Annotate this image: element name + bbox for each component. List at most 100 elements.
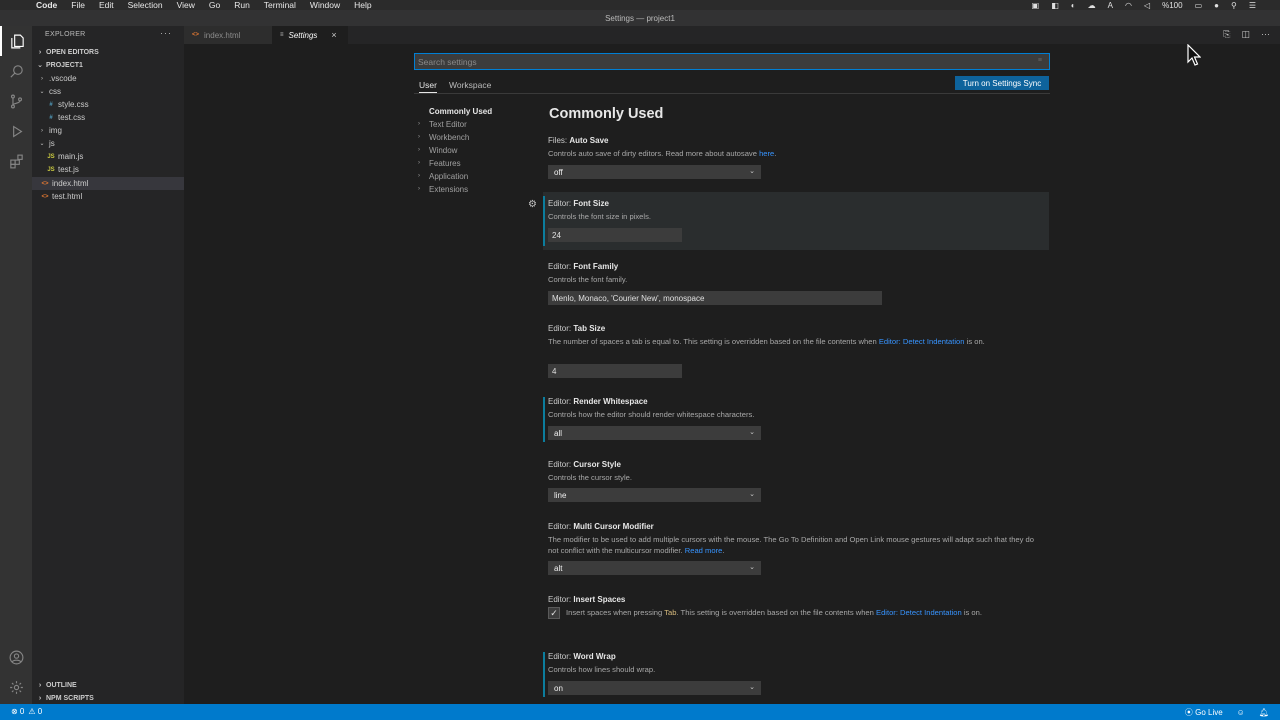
detect-indentation-link[interactable]: Editor: Detect Indentation [876,608,962,617]
toc-workbench[interactable]: › Workbench [418,131,469,143]
user-icon[interactable]: ● [1214,1,1219,10]
tree-folder-img[interactable]: › img [32,124,184,137]
setting-title: Editor: Render Whitespace [548,397,648,406]
tree-file-test-js[interactable]: JS test.js [32,163,184,176]
toc-window[interactable]: › Window [418,144,457,156]
source-control-icon[interactable] [0,86,32,116]
tree-folder-vscode[interactable]: › .vscode [32,72,184,85]
toc-application[interactable]: › Application [418,170,468,182]
menu-terminal[interactable]: Terminal [264,0,296,10]
tab-index-html[interactable]: <> index.html [184,26,272,44]
menu-view[interactable]: View [177,0,195,10]
npm-scripts-section[interactable]: › NPM SCRIPTS [32,692,184,704]
menu-help[interactable]: Help [354,0,371,10]
settings-editor: ≡ User Workspace Turn on Settings Sync C… [184,44,1280,704]
detect-indentation-link[interactable]: Editor: Detect Indentation [879,337,965,346]
editor-tabs: <> index.html ≡ Settings × ⎘ ◫ ··· [184,26,1280,44]
chevron-right-icon: › [418,121,420,127]
html-file-icon: <> [41,180,49,187]
split-editor-icon[interactable]: ◫ [1241,29,1250,40]
tree-file-main-js[interactable]: JS main.js [32,150,184,163]
explorer-sidebar: EXPLORER ··· › OPEN EDITORS ⌄ PROJECT1 ›… [32,26,184,704]
account-icon[interactable] [0,642,32,672]
settings-sync-button[interactable]: Turn on Settings Sync [955,76,1049,90]
menu-selection[interactable]: Selection [128,0,163,10]
spotlight-icon[interactable]: ⚲ [1231,1,1237,10]
multi-cursor-select[interactable]: alt ⌄ [548,561,761,575]
close-icon[interactable]: × [331,30,336,40]
toc-label: Features [429,158,461,168]
open-json-icon[interactable]: ⎘ [1223,29,1230,40]
go-live-button[interactable]: ⦿ Go Live [1185,707,1223,718]
toc-text-editor[interactable]: › Text Editor [418,118,467,130]
explorer-icon[interactable] [0,26,32,56]
search-icon[interactable] [0,56,32,86]
extensions-icon[interactable] [0,146,32,176]
tab-settings[interactable]: ≡ Settings × [272,26,348,44]
search-input[interactable] [415,54,1049,69]
more-actions-icon[interactable]: ··· [1261,29,1270,40]
battery-icon[interactable]: ▭ [1195,1,1203,10]
chevron-down-icon: ⌄ [749,168,755,175]
menu-go[interactable]: Go [209,0,220,10]
tab-user[interactable]: User [419,80,437,93]
font-size-input[interactable]: 24 [548,228,682,242]
toc-features[interactable]: › Features [418,157,461,169]
project-section[interactable]: ⌄ PROJECT1 [32,59,184,71]
insert-spaces-checkbox[interactable]: ✓ [548,607,560,619]
tree-file-index-html[interactable]: <> index.html [32,177,184,190]
tree-label: js [49,139,55,148]
tree-folder-js[interactable]: ⌄ js [32,137,184,150]
tree-label: img [49,126,62,135]
open-editors-section[interactable]: › OPEN EDITORS [32,46,184,58]
cloud-icon[interactable]: ☁ [1088,1,1096,10]
toc-commonly-used[interactable]: Commonly Used [429,105,492,117]
menu-window[interactable]: Window [310,0,340,10]
outline-section[interactable]: › OUTLINE [32,679,184,691]
tab-workspace[interactable]: Workspace [449,80,491,90]
chevron-right-icon: › [38,694,42,702]
activity-bar [0,26,32,704]
read-more-link[interactable]: Read more [685,546,723,555]
camera-icon[interactable]: ▣ [1032,1,1040,10]
tree-file-test-html[interactable]: <> test.html [32,190,184,203]
manage-gear-icon[interactable] [0,672,32,702]
auto-save-select[interactable]: off ⌄ [548,165,761,179]
feedback-icon[interactable]: ☺ [1237,708,1245,717]
setting-description: Controls the cursor style. [548,473,632,482]
tree-file-style-css[interactable]: # style.css [32,98,184,111]
setting-title: Editor: Multi Cursor Modifier [548,522,654,531]
chevron-down-icon: ⌄ [749,491,755,498]
control-center-icon[interactable]: ☰ [1249,1,1256,10]
record-icon[interactable]: ◧ [1051,1,1059,10]
wifi-icon[interactable]: ◠ [1125,1,1132,10]
toc-extensions[interactable]: › Extensions [418,183,468,195]
setting-description: Controls how lines should wrap. [548,665,656,674]
menu-file[interactable]: File [71,0,85,10]
volume-icon[interactable]: ◁ [1144,1,1150,10]
render-whitespace-select[interactable]: all ⌄ [548,426,761,440]
setting-gear-icon[interactable]: ⚙ [528,199,537,210]
tree-file-test-css[interactable]: # test.css [32,111,184,124]
window-titlebar: Settings — project1 [0,10,1280,26]
tree-folder-css[interactable]: ⌄ css [32,85,184,98]
setting-title: Editor: Font Family [548,262,619,271]
autosave-link[interactable]: here [759,149,774,158]
keyboard-icon[interactable]: A [1108,1,1113,10]
setting-description: The modifier to be used to add multiple … [548,535,1034,555]
run-debug-icon[interactable] [0,116,32,146]
toggle-icon[interactable]: ◐ [1071,1,1076,10]
cursor-style-select[interactable]: line ⌄ [548,488,761,502]
tree-label: .vscode [49,74,77,83]
setting-auto-save: Files: Auto Save Controls auto save of d… [543,136,1049,182]
word-wrap-select[interactable]: on ⌄ [548,681,761,695]
filter-icon[interactable]: ≡ [1038,57,1042,64]
menu-app[interactable]: Code [36,0,57,10]
problems-indicator[interactable]: ⊗ 0 ⚠ 0 [11,707,42,716]
font-family-input[interactable]: Menlo, Monaco, 'Courier New', monospace [548,291,882,305]
tab-size-input[interactable]: 4 [548,364,682,378]
menu-edit[interactable]: Edit [99,0,114,10]
menu-run[interactable]: Run [234,0,250,10]
more-actions-icon[interactable]: ··· [160,28,172,38]
notifications-bell-icon[interactable]: 🔔︎ [1259,708,1269,717]
